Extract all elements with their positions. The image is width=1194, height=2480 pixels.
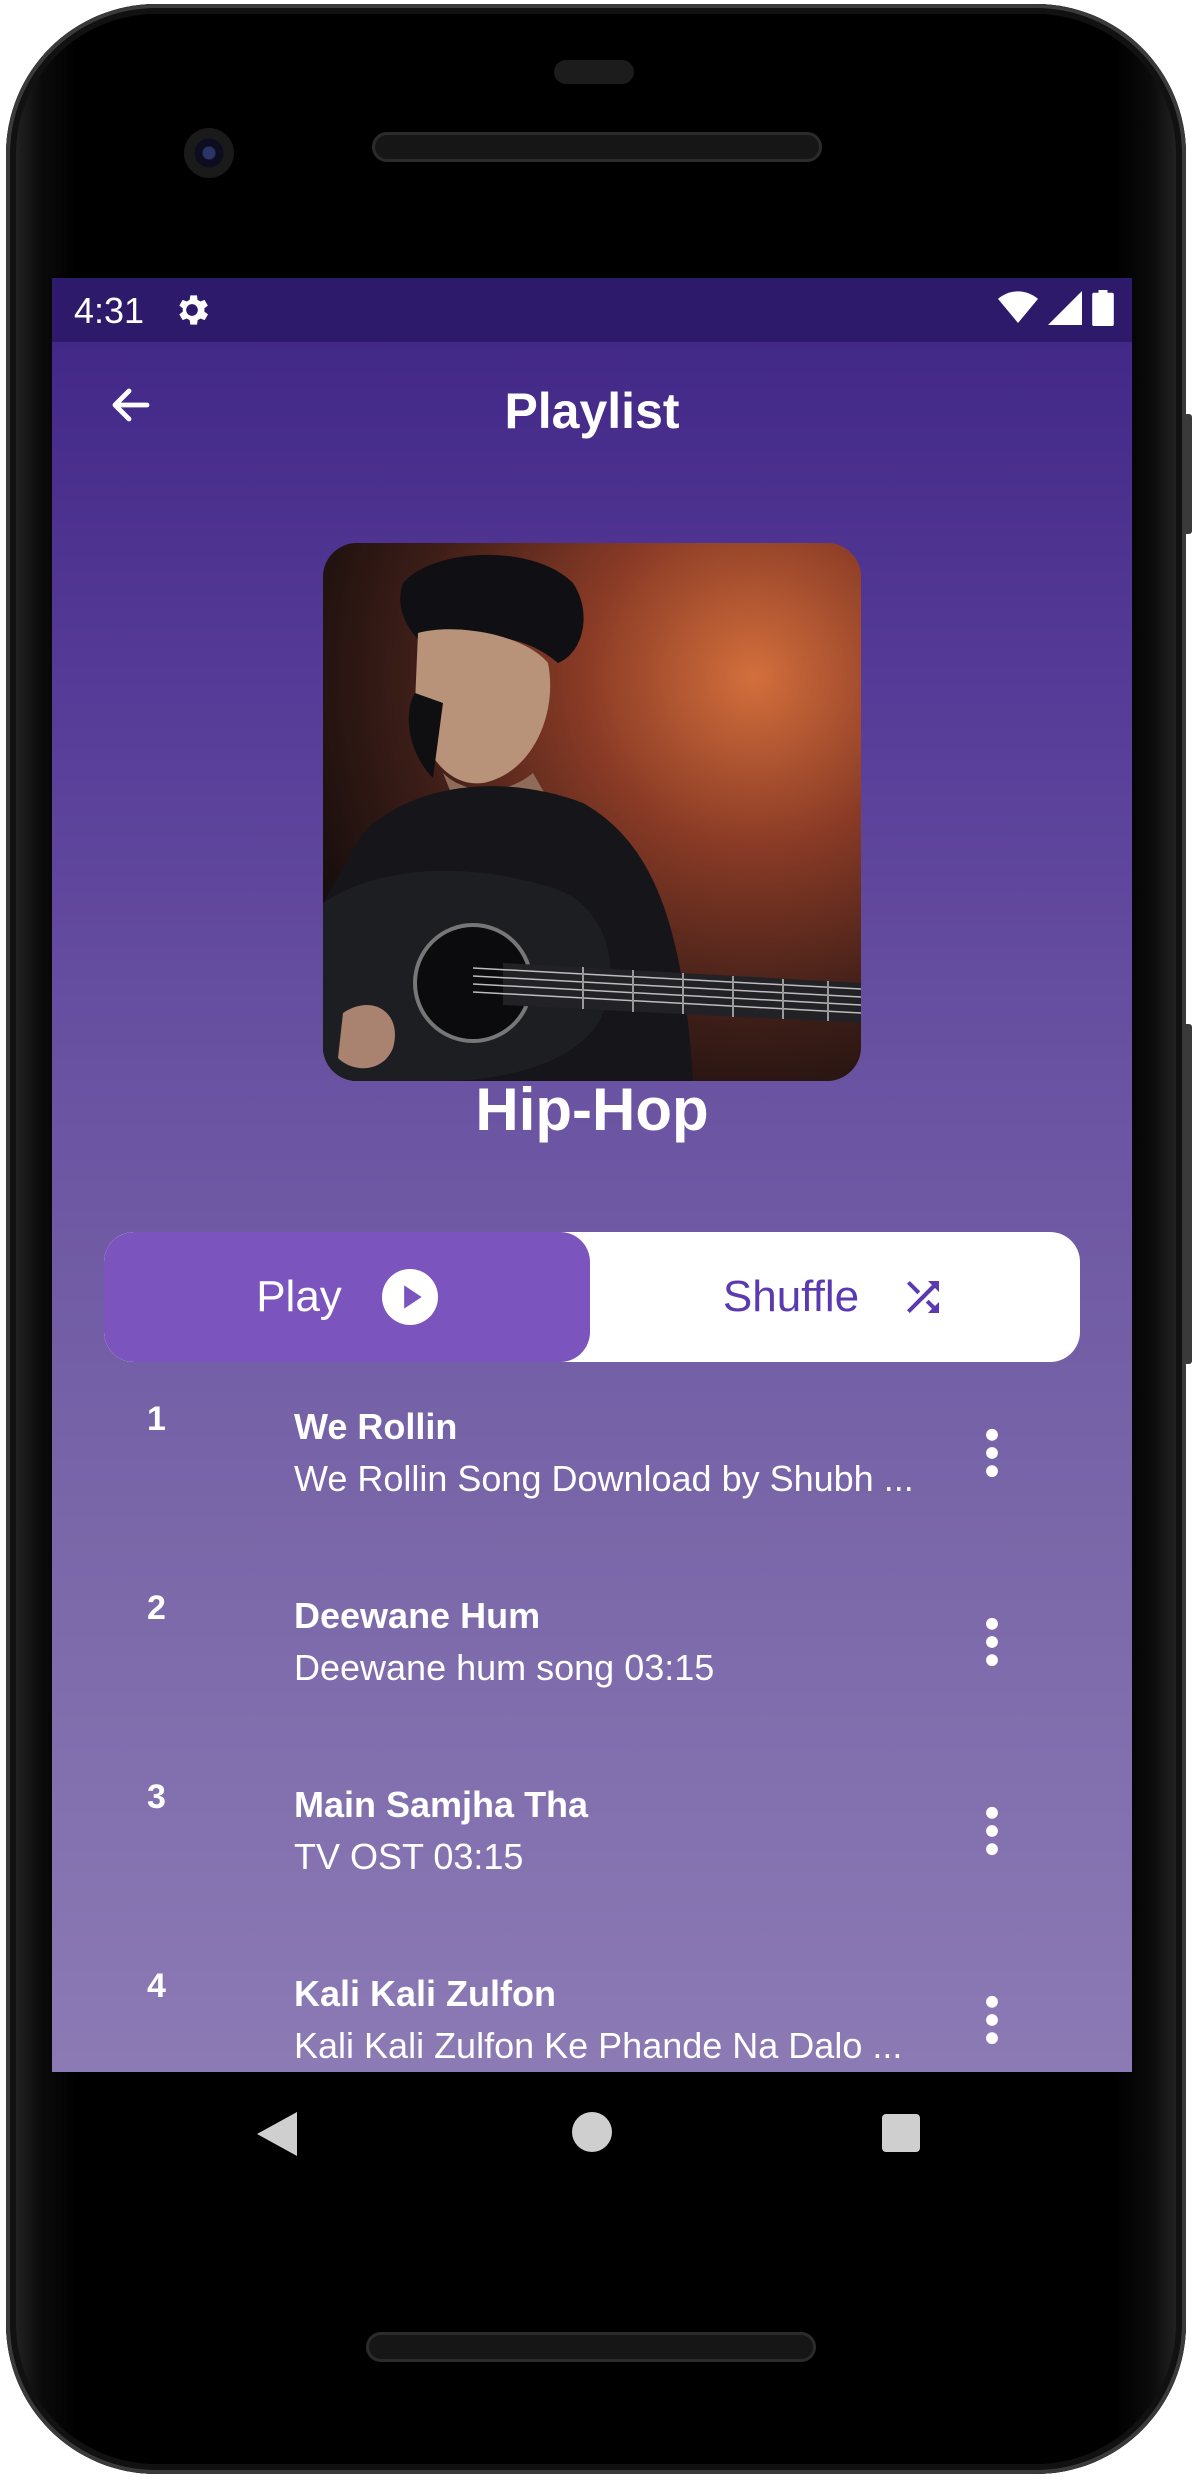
gear-icon: [179, 295, 208, 325]
song-title: Deewane Hum: [294, 1595, 541, 1636]
song-subtitle: Deewane hum song 03:15: [294, 1647, 715, 1688]
nav-recents-icon[interactable]: [882, 2114, 920, 2152]
volume-button: [1182, 414, 1192, 534]
app-toolbar: Playlist: [52, 342, 1132, 492]
song-number: 2: [147, 1589, 166, 1627]
wifi-icon: [998, 291, 1038, 323]
list-item[interactable]: 2 Deewane Hum Deewane hum song 03:15: [52, 1579, 1132, 1749]
play-label: Play: [256, 1272, 342, 1321]
playlist-cover-image: [323, 543, 861, 1081]
signal-icon: [1048, 291, 1082, 325]
nav-back-icon[interactable]: [257, 2112, 297, 2156]
song-subtitle: Kali Kali Zulfon Ke Phande Na Dalo ...: [294, 2025, 903, 2066]
song-subtitle: TV OST 03:15: [294, 1836, 524, 1877]
nav-home-icon[interactable]: [572, 2112, 612, 2152]
song-subtitle: We Rollin Song Download by Shubh ...: [294, 1458, 914, 1499]
song-number: 4: [147, 1967, 166, 2005]
battery-icon: [1092, 290, 1114, 326]
more-options-button[interactable]: [972, 1985, 1012, 2055]
list-item[interactable]: 3 Main Samjha Tha TV OST 03:15: [52, 1768, 1132, 1938]
play-circle-icon: [381, 1269, 438, 1325]
playlist-name: Hip-Hop: [475, 1076, 709, 1143]
song-title: We Rollin: [294, 1406, 458, 1447]
cover-photo: [323, 543, 861, 1081]
play-button[interactable]: Play: [104, 1232, 590, 1362]
front-camera: [184, 128, 234, 178]
song-title: Kali Kali Zulfon: [294, 1973, 557, 2014]
play-shuffle-toggle: Play Shuffle: [104, 1232, 1080, 1362]
more-options-button[interactable]: [972, 1796, 1012, 1866]
song-number: 1: [147, 1400, 166, 1438]
page-title: Playlist: [504, 383, 680, 439]
song-number: 3: [147, 1778, 166, 1816]
power-button: [1182, 1024, 1192, 1364]
status-time: 4:31: [74, 290, 145, 331]
more-options-button[interactable]: [972, 1418, 1012, 1488]
shuffle-button[interactable]: Shuffle: [590, 1232, 1080, 1362]
more-vertical-icon: [986, 1806, 998, 1856]
top-speaker: [372, 132, 822, 162]
earpiece: [554, 60, 634, 84]
shuffle-label: Shuffle: [722, 1272, 860, 1321]
shuffle-icon: [907, 1281, 940, 1313]
more-options-button[interactable]: [972, 1607, 1012, 1677]
list-item[interactable]: 1 We Rollin We Rollin Song Download by S…: [52, 1390, 1132, 1560]
status-icons: [998, 290, 1114, 326]
app-screen: 4:31 Playlist Hip-Hop Play Shuffle 1 We …: [52, 278, 1132, 2072]
more-vertical-icon: [986, 1428, 998, 1478]
system-nav-bar: [52, 2072, 1132, 2202]
more-vertical-icon: [986, 1617, 998, 1667]
list-item[interactable]: 4 Kali Kali Zulfon Kali Kali Zulfon Ke P…: [52, 1957, 1132, 2072]
song-title: Main Samjha Tha: [294, 1784, 589, 1825]
bottom-speaker: [366, 2332, 816, 2362]
more-vertical-icon: [986, 1995, 998, 2045]
status-bar: 4:31: [52, 278, 1132, 342]
